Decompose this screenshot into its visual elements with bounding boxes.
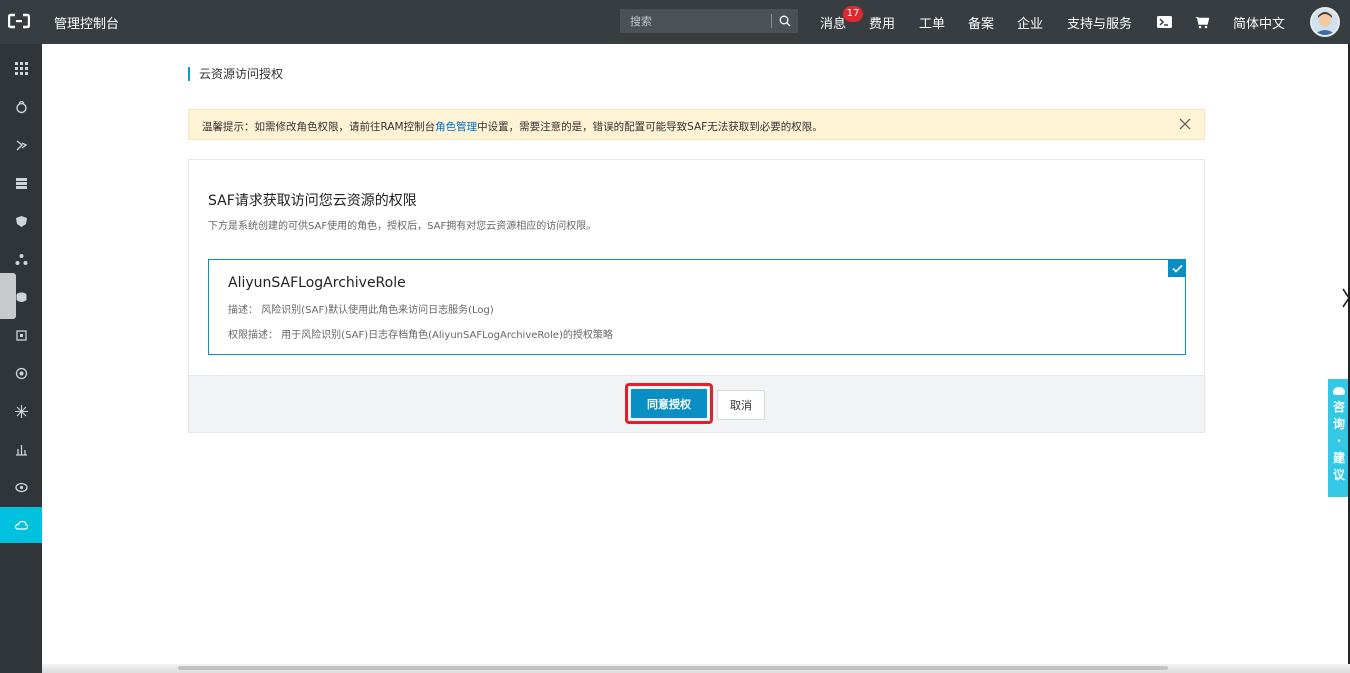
role-name: AliyunSAFLogArchiveRole [228, 275, 406, 291]
sidebar-item-products[interactable] [0, 50, 42, 86]
language-selector[interactable]: 简体中文 [1233, 0, 1285, 44]
page-title: 云资源访问授权 [188, 67, 283, 81]
panel-footer: 同意授权 取消 [189, 375, 1204, 432]
check-icon [1171, 264, 1183, 273]
notice-prefix: 温馨提示：如需修改角色权限，请前往RAM控制台 [202, 121, 436, 133]
sidebar-item-saf[interactable] [0, 507, 42, 543]
consult-char: 询 [1332, 417, 1345, 431]
sidebar-item-10[interactable] [0, 431, 42, 467]
nav-support[interactable]: 支持与服务 [1067, 0, 1132, 44]
product-icon-5 [15, 253, 27, 265]
consult-char: 议 [1332, 468, 1345, 482]
authorization-panel: SAF请求获取访问您云资源的权限 下方是系统创建的可供SAF使用的角色，授权后，… [188, 159, 1205, 433]
product-icon-6 [16, 292, 26, 302]
search-button[interactable] [772, 9, 798, 33]
search-box [620, 9, 798, 33]
panel-title: SAF请求获取访问您云资源的权限 [208, 193, 417, 209]
product-icon-11 [14, 482, 28, 492]
role-permission-description: 权限描述： 用于风险识别(SAF)日志存档角色(AliyunSAFLogArch… [228, 330, 613, 341]
horizontal-scrollbar[interactable] [178, 666, 1168, 670]
notice-suffix: 中设置，需要注意的是，错误的配置可能导致SAF无法获取到必要的权限。 [477, 121, 823, 133]
sidebar-item-7[interactable] [0, 317, 42, 353]
consult-char: · [1336, 434, 1342, 448]
role-management-link[interactable]: 角色管理 [435, 121, 477, 133]
cloud-icon [14, 520, 28, 530]
consult-char: 建 [1332, 451, 1345, 465]
cloud-shell-button[interactable] [1157, 0, 1172, 44]
product-icon-4 [15, 215, 27, 227]
cart-button[interactable] [1195, 0, 1209, 44]
sidebar-item-4[interactable] [0, 203, 42, 239]
warning-notice: 温馨提示：如需修改角色权限，请前往RAM控制台角色管理中设置，需要注意的是，错误… [188, 109, 1205, 140]
nav-messages[interactable]: 消息 [820, 0, 846, 44]
highlight-frame: 同意授权 [625, 383, 713, 424]
agree-authorize-button[interactable]: 同意授权 [631, 389, 707, 418]
top-navigation-bar: 管理控制台 消息 17 费用 工单 备案 企业 支持与服务 简体中文 [0, 0, 1350, 44]
grid-icon [14, 61, 28, 75]
role-card[interactable]: AliyunSAFLogArchiveRole 描述： 风险识别(SAF)默认使… [208, 259, 1186, 355]
close-icon[interactable] [1177, 116, 1193, 132]
nav-icp[interactable]: 备案 [968, 0, 994, 44]
sidebar-item-2[interactable] [0, 127, 42, 163]
aliyun-logo-icon[interactable] [8, 13, 30, 29]
terminal-icon [1157, 16, 1172, 28]
panel-subtitle: 下方是系统创建的可供SAF使用的角色，授权后，SAF拥有对您云资源相应的访问权限… [208, 221, 597, 232]
product-icon-10 [15, 444, 27, 456]
sidebar-item-6[interactable] [0, 279, 42, 315]
role-selected-checkbox[interactable] [1168, 259, 1186, 277]
role-description: 描述： 风险识别(SAF)默认使用此角色来访问日志服务(Log) [228, 305, 494, 316]
product-icon-2 [16, 139, 27, 150]
console-title[interactable]: 管理控制台 [54, 13, 119, 32]
product-sidebar [0, 44, 42, 673]
product-icon-9 [14, 404, 28, 418]
product-icon-7 [15, 329, 27, 341]
search-input[interactable] [620, 9, 770, 33]
sidebar-item-3[interactable] [0, 165, 42, 201]
search-icon [779, 15, 791, 27]
nav-tickets[interactable]: 工单 [919, 0, 945, 44]
sidebar-item-1[interactable] [0, 89, 42, 125]
messages-count-badge: 17 [843, 6, 863, 22]
cancel-button[interactable]: 取消 [717, 390, 765, 420]
product-icon-8 [15, 367, 27, 379]
consult-suggest-tab[interactable]: 咨 询 · 建 议 [1328, 379, 1350, 497]
product-icon-3 [15, 177, 27, 189]
nav-enterprise[interactable]: 企业 [1017, 0, 1043, 44]
sidebar-item-9[interactable] [0, 393, 42, 429]
sidebar-item-8[interactable] [0, 355, 42, 391]
sidebar-item-11[interactable] [0, 469, 42, 505]
user-avatar[interactable] [1310, 7, 1340, 37]
avatar-icon [1312, 9, 1338, 35]
consult-char: 咨 [1332, 400, 1345, 414]
cart-icon [1195, 16, 1209, 28]
notice-text: 温馨提示：如需修改角色权限，请前往RAM控制台角色管理中设置，需要注意的是，错误… [202, 119, 823, 134]
product-icon-1 [15, 100, 27, 113]
chat-icon [1333, 387, 1345, 395]
nav-fees[interactable]: 费用 [869, 0, 895, 44]
sidebar-item-5[interactable] [0, 241, 42, 277]
